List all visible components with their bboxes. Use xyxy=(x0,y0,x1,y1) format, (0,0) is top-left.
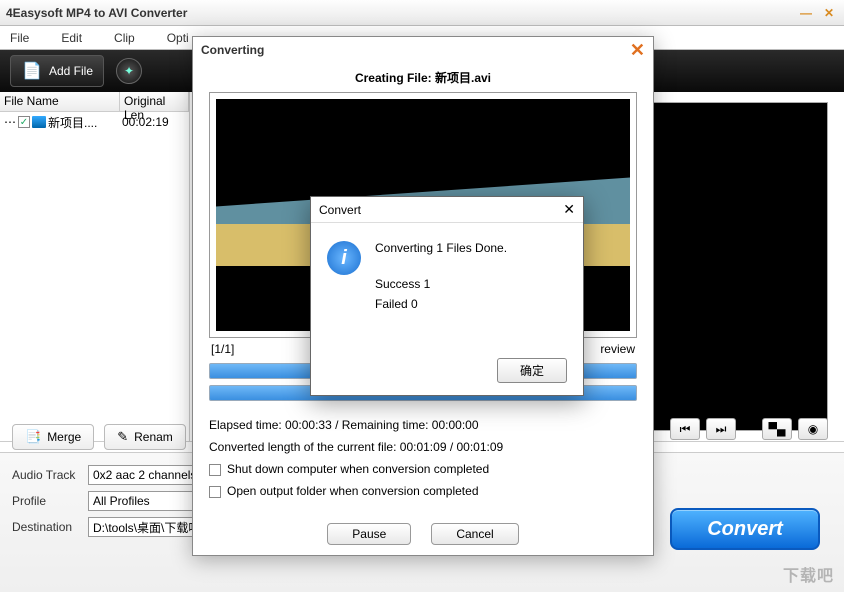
row-checkbox[interactable]: ✓ xyxy=(18,116,30,128)
alert-line-done: Converting 1 Files Done. xyxy=(375,241,507,255)
add-file-label: Add File xyxy=(49,64,93,78)
row-filename: 新项目.... xyxy=(48,114,120,131)
file-list-panel: File Name Original Len ⋯ ✓ 新项目.... 00:02… xyxy=(0,92,190,441)
window-titlebar: 4Easysoft MP4 to AVI Converter — ✕ xyxy=(0,0,844,26)
menu-clip[interactable]: Clip xyxy=(114,31,135,45)
converted-length-text: Converted length of the current file: 00… xyxy=(209,436,637,458)
alert-ok-button[interactable]: 确定 xyxy=(497,358,567,383)
open-folder-checkbox-row[interactable]: Open output folder when conversion compl… xyxy=(209,480,637,502)
open-folder-checkbox[interactable] xyxy=(209,486,221,498)
destination-label: Destination xyxy=(12,520,82,534)
convert-button[interactable]: Convert xyxy=(670,508,820,550)
converting-title: Converting xyxy=(201,43,264,57)
shutdown-checkbox[interactable] xyxy=(209,464,221,476)
creating-label: Creating File: xyxy=(355,71,432,85)
convert-done-alert: Convert ✕ i Converting 1 Files Done. Suc… xyxy=(310,196,584,396)
merge-button[interactable]: 📑 Merge xyxy=(12,424,94,450)
menu-file[interactable]: File xyxy=(10,31,29,45)
snapshot-button-2[interactable]: ◉ xyxy=(798,418,828,440)
alert-close-icon[interactable]: ✕ xyxy=(563,201,575,218)
menu-edit[interactable]: Edit xyxy=(61,31,82,45)
rename-icon: ✎ xyxy=(117,429,128,445)
next-button[interactable]: ⏭ xyxy=(706,418,736,440)
alert-title: Convert xyxy=(319,203,361,217)
info-icon: i xyxy=(327,241,361,275)
file-list-row[interactable]: ⋯ ✓ 新项目.... 00:02:19 xyxy=(0,112,189,132)
window-title: 4Easysoft MP4 to AVI Converter xyxy=(6,6,187,20)
audio-track-label: Audio Track xyxy=(12,468,82,482)
merge-icon: 📑 xyxy=(25,429,41,445)
add-file-icon: 📄 xyxy=(21,60,43,82)
rename-button[interactable]: ✎ Renam xyxy=(104,424,186,450)
pause-button[interactable]: Pause xyxy=(327,523,411,545)
elapsed-time-text: Elapsed time: 00:00:33 / Remaining time:… xyxy=(209,414,637,436)
col-length[interactable]: Original Len xyxy=(120,92,189,111)
close-icon[interactable]: ✕ xyxy=(824,6,834,20)
snapshot-button-1[interactable]: ▀▄ xyxy=(762,418,792,440)
alert-line-failed: Failed 0 xyxy=(375,297,507,311)
add-file-button[interactable]: 📄 Add File xyxy=(10,55,104,87)
prev-button[interactable]: ⏮ xyxy=(670,418,700,440)
col-filename[interactable]: File Name xyxy=(0,92,120,111)
file-counter: [1/1] xyxy=(211,342,234,356)
preview-label: review xyxy=(600,342,635,356)
tool-icon-1[interactable]: ✦ xyxy=(116,58,142,84)
menu-options[interactable]: Opti xyxy=(167,31,189,45)
file-icon xyxy=(32,116,46,128)
minimize-icon[interactable]: — xyxy=(800,6,812,20)
alert-line-success: Success 1 xyxy=(375,277,507,291)
shutdown-checkbox-row[interactable]: Shut down computer when conversion compl… xyxy=(209,458,637,480)
profile-label: Profile xyxy=(12,494,82,508)
media-controls: ⏮ ⏭ ▀▄ ◉ xyxy=(670,418,828,440)
cancel-button[interactable]: Cancel xyxy=(431,523,518,545)
file-list-header: File Name Original Len xyxy=(0,92,189,112)
creating-filename: 新项目.avi xyxy=(435,71,491,85)
converting-close-icon[interactable]: ✕ xyxy=(630,40,645,61)
row-length: 00:02:19 xyxy=(122,115,169,129)
